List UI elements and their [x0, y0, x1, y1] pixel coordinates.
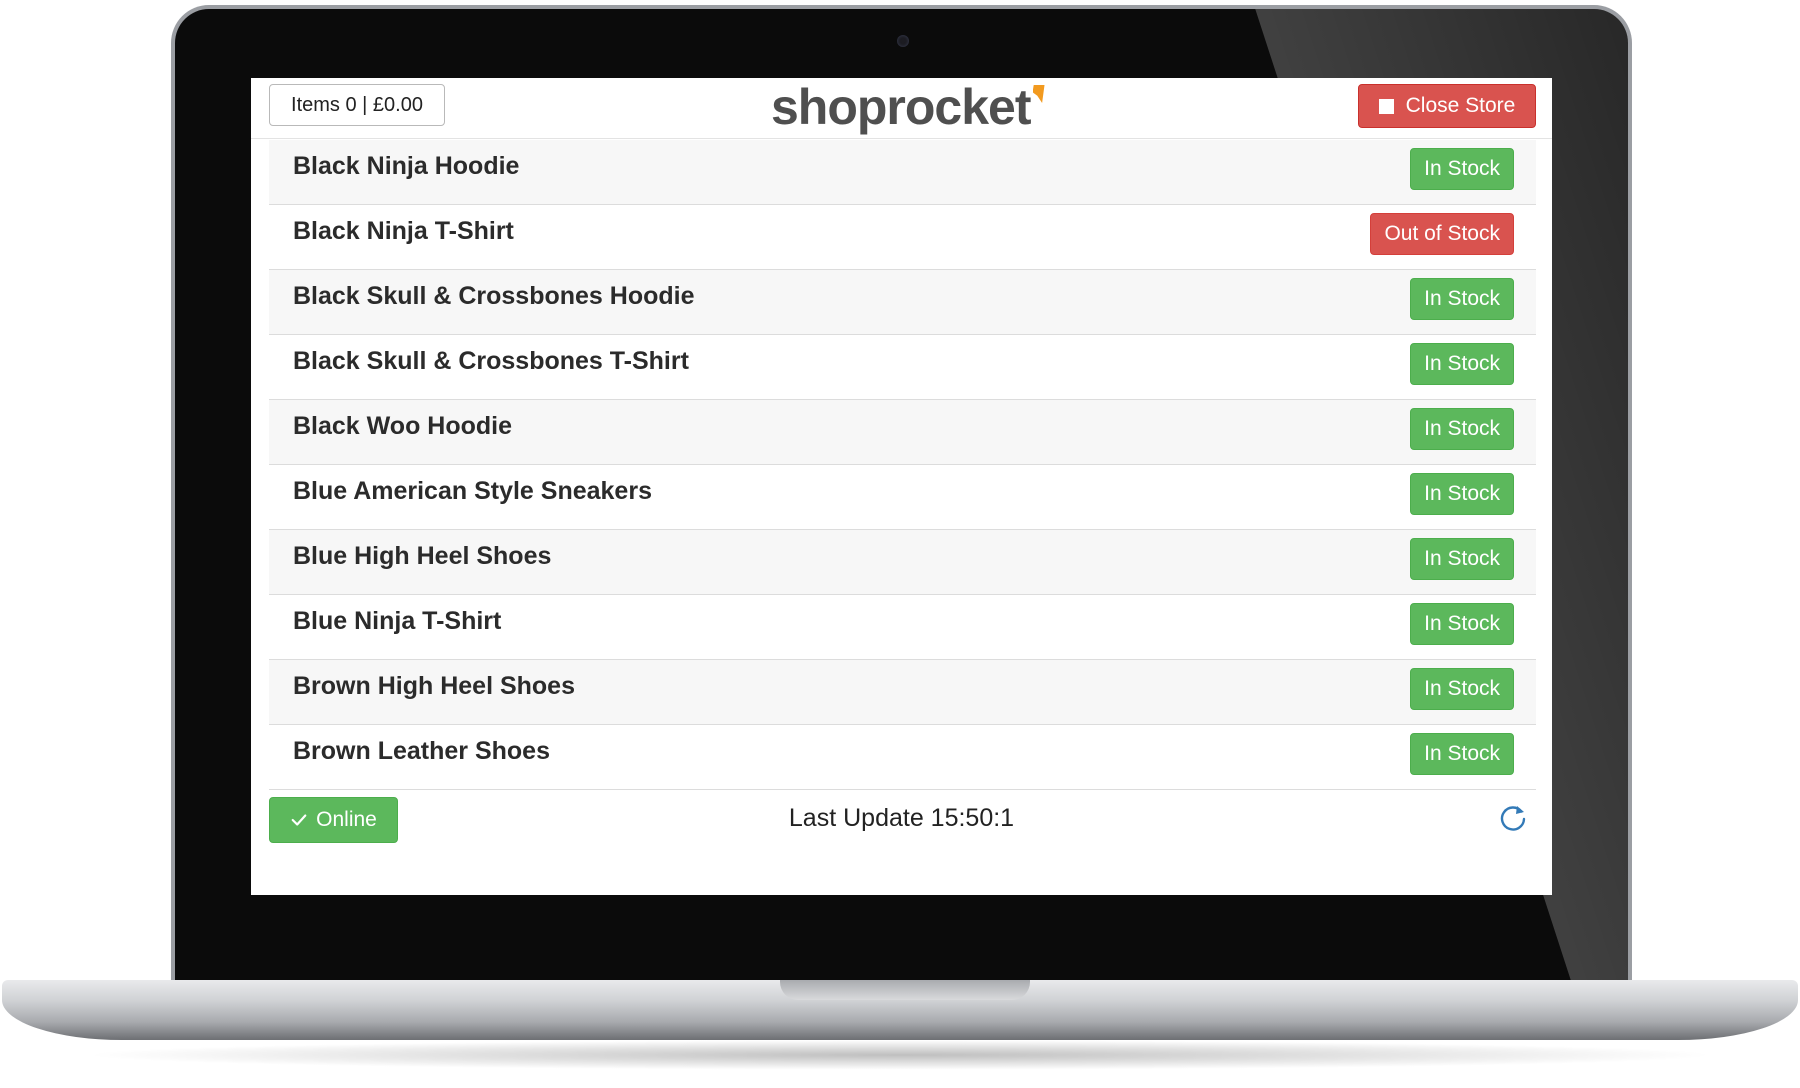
- product-name: Blue Ninja T-Shirt: [293, 607, 502, 635]
- product-name: Brown Leather Shoes: [293, 737, 550, 765]
- in-stock-badge[interactable]: In Stock: [1410, 603, 1514, 645]
- in-stock-badge[interactable]: In Stock: [1410, 408, 1514, 450]
- product-name: Brown High Heel Shoes: [293, 672, 575, 700]
- app-screen: Items 0 | £0.00 shoprocket Close Store B…: [251, 78, 1552, 895]
- product-name: Black Skull & Crossbones Hoodie: [293, 282, 695, 310]
- in-stock-badge[interactable]: In Stock: [1410, 278, 1514, 320]
- webcam-icon: [897, 35, 909, 47]
- close-store-button[interactable]: Close Store: [1358, 84, 1536, 128]
- cart-summary-button[interactable]: Items 0 | £0.00: [269, 84, 445, 126]
- product-name: Black Skull & Crossbones T-Shirt: [293, 347, 689, 375]
- product-row[interactable]: Brown High Heel Shoes In Stock: [269, 660, 1536, 725]
- product-row[interactable]: Brown Leather Shoes In Stock: [269, 725, 1536, 790]
- product-name: Blue American Style Sneakers: [293, 477, 652, 505]
- product-row[interactable]: Black Skull & Crossbones Hoodie In Stock: [269, 270, 1536, 335]
- out-of-stock-badge[interactable]: Out of Stock: [1370, 213, 1514, 255]
- product-row[interactable]: Blue American Style Sneakers In Stock: [269, 465, 1536, 530]
- in-stock-badge[interactable]: In Stock: [1410, 148, 1514, 190]
- shoprocket-logo: shoprocket: [771, 78, 1045, 136]
- product-name: Black Ninja Hoodie: [293, 152, 520, 180]
- cart-summary-label: Items 0 | £0.00: [291, 93, 423, 116]
- last-update-label: Last Update 15:50:1: [788, 804, 1015, 832]
- product-row[interactable]: Black Ninja T-Shirt Out of Stock: [269, 205, 1536, 270]
- top-bar: Items 0 | £0.00 shoprocket Close Store: [251, 78, 1552, 139]
- rocket-mark-icon: [1032, 85, 1045, 103]
- stop-square-icon: [1378, 98, 1394, 114]
- product-name: Blue High Heel Shoes: [293, 542, 552, 570]
- product-row[interactable]: Black Ninja Hoodie In Stock: [269, 140, 1536, 205]
- laptop-notch: [780, 980, 1030, 1000]
- refresh-icon[interactable]: [1497, 803, 1529, 835]
- product-row[interactable]: Blue High Heel Shoes In Stock: [269, 530, 1536, 595]
- product-name: Black Woo Hoodie: [293, 412, 513, 440]
- last-update-text: Last Update 15:50:1: [251, 804, 1552, 833]
- product-row[interactable]: Black Woo Hoodie In Stock: [269, 400, 1536, 465]
- in-stock-badge[interactable]: In Stock: [1410, 473, 1514, 515]
- in-stock-badge[interactable]: In Stock: [1410, 668, 1514, 710]
- product-list: Black Ninja Hoodie In Stock Black Ninja T-…: [269, 140, 1536, 790]
- product-row[interactable]: Black Skull & Crossbones T-Shirt In Stock: [269, 335, 1536, 400]
- in-stock-badge[interactable]: In Stock: [1410, 538, 1514, 580]
- footer-bar: Online Last Update 15:50:1: [251, 789, 1552, 859]
- in-stock-badge[interactable]: In Stock: [1410, 343, 1514, 385]
- in-stock-badge[interactable]: In Stock: [1410, 733, 1514, 775]
- product-row[interactable]: Blue Ninja T-Shirt In Stock: [269, 595, 1536, 660]
- close-store-label: Close Store: [1405, 94, 1516, 117]
- logo-text: shoprocket: [771, 79, 1032, 135]
- laptop-base: [2, 980, 1798, 1040]
- product-name: Black Ninja T-Shirt: [293, 217, 514, 245]
- laptop-shadow: [80, 1040, 1720, 1070]
